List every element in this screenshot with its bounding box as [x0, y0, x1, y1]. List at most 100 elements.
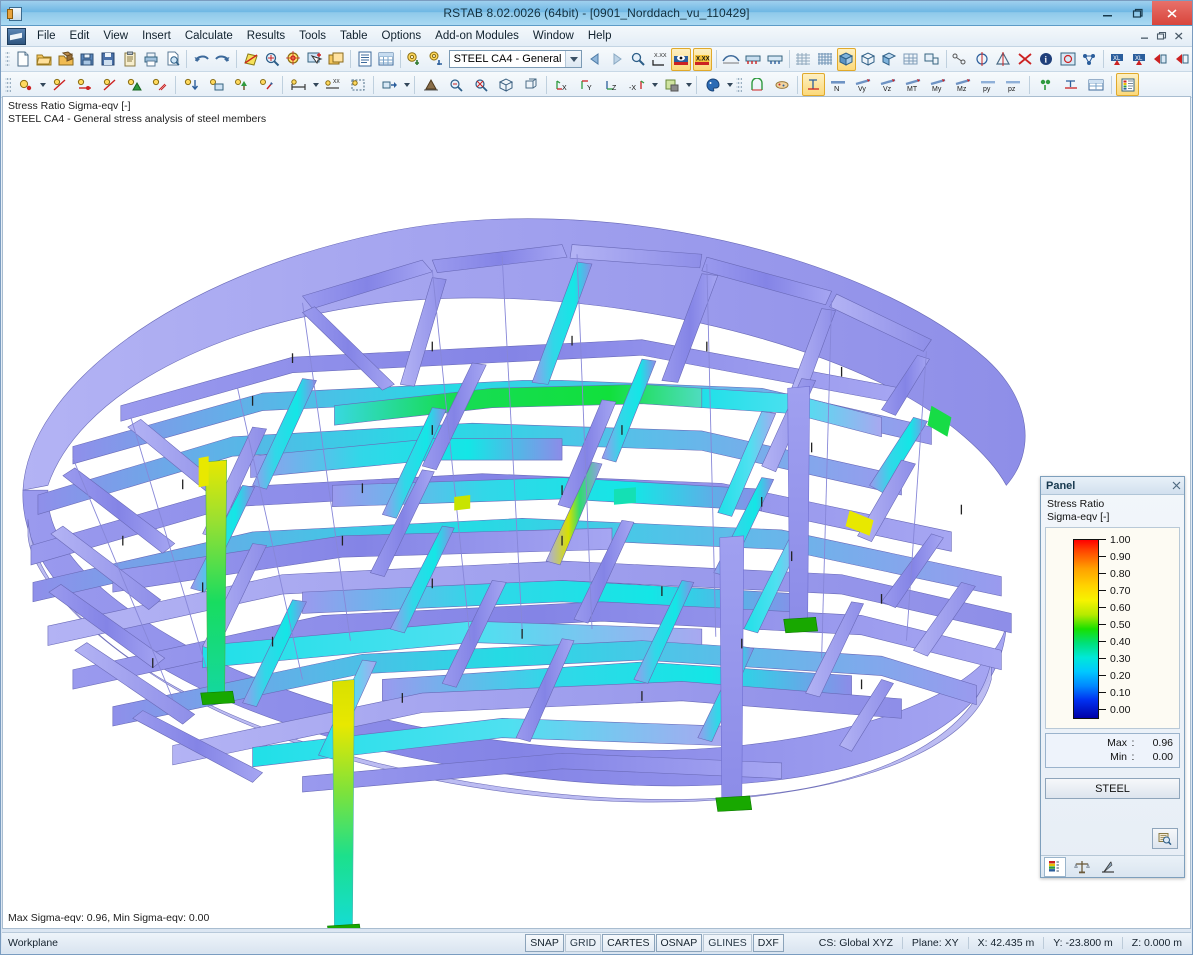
menu-tools[interactable]: Tools [292, 28, 333, 44]
toolbar-grip-2[interactable] [5, 75, 11, 94]
open-model-icon[interactable] [56, 48, 75, 71]
info-icon[interactable]: i [1036, 48, 1055, 71]
arc-icon[interactable] [745, 73, 768, 96]
table-list-icon[interactable] [355, 48, 374, 71]
menu-window[interactable]: Window [526, 28, 581, 44]
color-dropdown-icon[interactable] [725, 74, 734, 95]
node-icon[interactable] [14, 73, 37, 96]
mdi-minimize-icon[interactable] [1137, 29, 1152, 44]
addon-run-icon[interactable] [426, 48, 445, 71]
grid-dense-icon[interactable] [815, 48, 834, 71]
results-panel[interactable]: Panel Stress Ratio Sigma-eqv [-] 1.00 0.… [1040, 476, 1185, 878]
toolbar-grip-3[interactable] [736, 75, 742, 94]
view-x-icon[interactable]: X [551, 73, 574, 96]
print-preview-icon[interactable] [163, 48, 182, 71]
stress-diagram-icon[interactable] [1059, 73, 1082, 96]
deform-icon[interactable] [721, 48, 741, 71]
view-dropdown-icon[interactable] [650, 74, 659, 95]
import-right-icon[interactable] [1172, 48, 1191, 71]
support-forces-icon[interactable] [743, 48, 763, 71]
menu-results[interactable]: Results [240, 28, 292, 44]
mdi-close-icon[interactable] [1171, 29, 1186, 44]
zoom-out-icon[interactable] [469, 73, 492, 96]
shade-dropdown-icon[interactable] [684, 74, 693, 95]
delete-node-icon[interactable] [1015, 48, 1034, 71]
dimension-dropdown-icon[interactable] [311, 74, 320, 95]
status-toggle-glines[interactable]: GLINES [703, 934, 752, 952]
print-icon[interactable] [142, 48, 161, 71]
toolbar-grip[interactable] [5, 50, 10, 68]
view-negx-icon[interactable]: -X [626, 73, 649, 96]
view-z-icon[interactable]: Z [601, 73, 624, 96]
color-scale[interactable]: 1.00 0.90 0.80 0.70 0.60 0.50 0.40 0.30 … [1045, 527, 1180, 729]
load-free-icon[interactable] [230, 73, 253, 96]
select-plus-icon[interactable] [305, 48, 324, 71]
result-table-icon[interactable] [1084, 73, 1107, 96]
chevron-down-icon[interactable] [565, 51, 582, 67]
render-model-icon[interactable] [901, 48, 920, 71]
edit-model-icon[interactable] [241, 48, 260, 71]
support-reactions-icon[interactable] [765, 48, 785, 71]
find-result-icon[interactable] [628, 48, 647, 71]
new-document-icon[interactable] [13, 48, 32, 71]
surface-icon[interactable] [123, 73, 146, 96]
zoom-scale-icon[interactable] [1152, 828, 1178, 849]
dimension-icon[interactable] [287, 73, 310, 96]
node-dropdown-icon[interactable] [38, 74, 47, 95]
status-toggle-osnap[interactable]: OSNAP [655, 934, 703, 952]
display-icon[interactable] [770, 73, 793, 96]
export-dxf-icon[interactable]: XL [1108, 48, 1127, 71]
menu-view[interactable]: View [96, 28, 135, 44]
split-icon[interactable] [378, 73, 401, 96]
box-icon[interactable] [494, 73, 517, 96]
panel-toggle-icon[interactable] [1116, 73, 1139, 96]
menu-options[interactable]: Options [375, 28, 429, 44]
dim-xx-icon[interactable]: XX [321, 73, 344, 96]
view-section-tab[interactable] [1098, 858, 1118, 876]
member-icon[interactable] [98, 73, 121, 96]
torsion-mt[interactable]: MT [902, 73, 925, 96]
section-view-icon[interactable] [922, 48, 941, 71]
table-grid-icon[interactable] [376, 48, 395, 71]
show-results-icon[interactable] [671, 47, 691, 71]
line-node-icon[interactable] [73, 73, 96, 96]
perspective-icon[interactable] [519, 73, 542, 96]
panel-close-icon[interactable] [1168, 478, 1184, 494]
factors-tab[interactable] [1072, 858, 1092, 876]
show-values-icon[interactable]: X.XX [692, 47, 713, 71]
symmetry-icon[interactable] [972, 48, 991, 71]
export-xls-icon[interactable]: XL [1129, 48, 1148, 71]
addon-module-icon[interactable] [405, 48, 424, 71]
menu-addon-modules[interactable]: Add-on Modules [428, 28, 526, 44]
network-icon[interactable] [1079, 48, 1098, 71]
import-left-icon[interactable] [1150, 48, 1169, 71]
move-icon[interactable] [419, 73, 442, 96]
set-icon[interactable] [148, 73, 171, 96]
steel-button[interactable]: STEEL [1045, 778, 1180, 799]
line-icon[interactable] [48, 73, 71, 96]
menu-file[interactable]: File [30, 28, 63, 44]
clipboard-icon[interactable] [120, 48, 139, 71]
module-combo[interactable]: STEEL CA4 - General stre [448, 50, 583, 68]
color-icon[interactable] [701, 73, 724, 96]
status-toggle-grid[interactable]: GRID [564, 934, 602, 952]
moment-my[interactable]: My [927, 73, 950, 96]
view-y-icon[interactable]: Y [576, 73, 599, 96]
deformation-py[interactable]: py [977, 73, 1000, 96]
zoom-selection-icon[interactable] [262, 48, 281, 71]
status-toggle-cartes[interactable]: CARTES [602, 934, 655, 952]
status-toggle-dxf[interactable]: DXF [752, 934, 784, 952]
status-toggle-snap[interactable]: SNAP [525, 934, 564, 952]
open-folder-icon[interactable] [34, 48, 53, 71]
support-forces-icon-2[interactable] [1034, 73, 1057, 96]
split-dropdown-icon[interactable] [402, 74, 411, 95]
render-wire-icon[interactable] [858, 48, 877, 71]
render-solid-icon[interactable] [836, 47, 857, 71]
save-icon[interactable] [99, 48, 118, 71]
rotate-zoom-icon[interactable] [444, 73, 467, 96]
axial-force-n[interactable]: N [827, 73, 850, 96]
grid-view-icon[interactable] [794, 48, 813, 71]
mirror-icon[interactable] [993, 48, 1012, 71]
load-generate-icon[interactable] [255, 73, 278, 96]
moment-mz[interactable]: Mz [952, 73, 975, 96]
